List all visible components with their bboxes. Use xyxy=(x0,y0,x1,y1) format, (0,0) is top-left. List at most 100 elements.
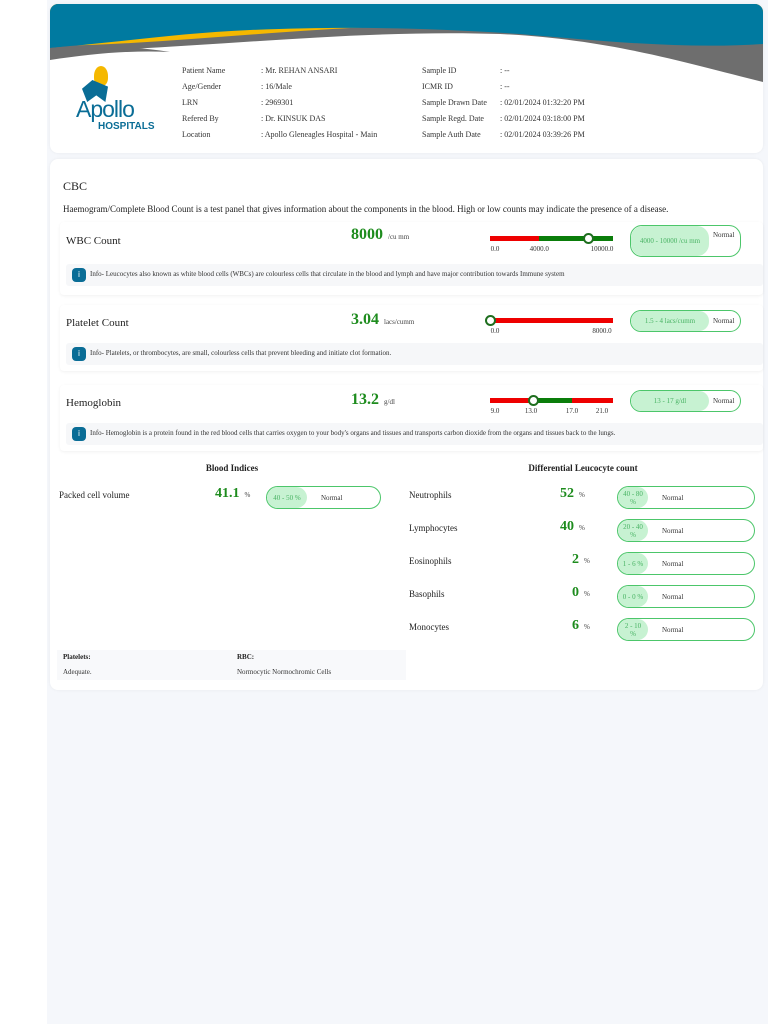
report-header: Apollo HOSPITALS Patient Name : Mr. REHAN… xyxy=(50,4,763,153)
parameter-unit: % xyxy=(584,557,590,565)
slider-tick-label: 8000.0 xyxy=(592,327,612,335)
dlc-title: Differential Leucocyte count xyxy=(528,463,638,473)
parameter-name: Monocytes xyxy=(409,622,449,632)
slider-knob xyxy=(485,315,497,326)
reference-range: 1 - 6 % xyxy=(618,553,648,574)
logo-subtext: HOSPITALS xyxy=(98,121,155,132)
slider-track xyxy=(485,315,613,326)
reference-range: 0 - 0 % xyxy=(618,586,648,607)
status-label: Normal xyxy=(713,397,735,405)
note-label: Platelets: xyxy=(63,653,91,661)
reference-range-pill: 1 - 6 % Normal xyxy=(617,552,755,575)
parameter-name: Eosinophils xyxy=(409,556,452,566)
info-value: : 02/01/2024 03:39:26 PM xyxy=(500,130,585,139)
range-slider: 0.0 8000.0 xyxy=(485,315,613,341)
info-bar: i Info- Platelets, or thrombocytes, are s… xyxy=(66,343,763,365)
range-slider: 9.0 13.0 17.0 21.0 xyxy=(490,395,613,421)
slider-segment-green xyxy=(539,236,613,241)
info-icon: i xyxy=(72,427,86,441)
info-value: : -- xyxy=(500,82,510,91)
parameter-value: 2% xyxy=(572,552,590,568)
reference-range: 40 - 50 % xyxy=(267,487,307,508)
slider-segment-red xyxy=(490,318,613,323)
info-value: : Apollo Gleneagles Hospital - Main xyxy=(261,130,378,139)
range-slider: 0.0 4000.0 10000.0 xyxy=(490,233,613,259)
reference-range: 40 - 80 % xyxy=(618,487,648,508)
info-label: LRN xyxy=(182,98,198,107)
info-text: Info- Hemoglobin is a protein found in t… xyxy=(90,429,616,437)
info-value: : 16/Male xyxy=(261,82,292,91)
info-value: : 02/01/2024 03:18:00 PM xyxy=(500,114,585,123)
status-label: Normal xyxy=(321,493,343,502)
reference-range-pill: 1.5 - 4 lacs/cumm Normal xyxy=(630,310,741,332)
parameter-value-number: 41.1 xyxy=(215,486,240,501)
parameter-value-number: 40 xyxy=(560,519,574,534)
slider-tick-label: 10000.0 xyxy=(590,245,614,253)
reference-range: 20 - 40 % xyxy=(618,520,648,541)
reference-range: 4000 - 10000 /cu mm xyxy=(631,226,709,256)
parameter-value-number: 6 xyxy=(572,618,579,633)
reference-range-pill: 40 - 50 % Normal xyxy=(266,486,381,509)
slider-knob xyxy=(528,395,540,406)
parameter-value-number: 52 xyxy=(560,486,574,501)
info-label: Sample Drawn Date xyxy=(422,98,487,107)
parameter-unit: % xyxy=(584,623,590,631)
parameter-value: 6% xyxy=(572,618,590,634)
status-label: Normal xyxy=(662,526,684,535)
notes-box xyxy=(57,650,406,680)
info-bar: i Info- Hemoglobin is a protein found in … xyxy=(66,423,763,445)
parameter-unit: % xyxy=(579,491,585,499)
slider-track xyxy=(490,233,613,244)
status-label: Normal xyxy=(662,625,684,634)
parameter-name: Basophils xyxy=(409,589,445,599)
test-name: Hemoglobin xyxy=(66,397,121,409)
logo-text: Apollo xyxy=(76,96,135,122)
reference-range-pill: 2 - 10 % Normal xyxy=(617,618,755,641)
info-label: Age/Gender xyxy=(182,82,222,91)
status-label: Normal xyxy=(713,317,735,325)
test-name: Platelet Count xyxy=(66,317,129,329)
parameter-unit: % xyxy=(584,590,590,598)
test-value: 13.2 g/dl xyxy=(351,391,395,409)
note-label: RBC: xyxy=(237,653,255,661)
test-value: 8000/cu mm xyxy=(351,226,409,244)
info-value: : 2969301 xyxy=(261,98,294,107)
note-value: Adequate. xyxy=(63,668,92,676)
reference-range: 2 - 10 % xyxy=(618,619,648,640)
status-label: Normal xyxy=(713,231,735,239)
test-row: Platelet Count 3.04 lacs/cumm 0.0 8000.0 1.5 … xyxy=(60,305,763,371)
test-value-number: 3.04 xyxy=(351,311,379,328)
parameter-unit: % xyxy=(579,524,585,532)
test-unit: lacs/cumm xyxy=(384,318,415,326)
parameter-name: Neutrophils xyxy=(409,490,452,500)
slider-tick-label: 17.0 xyxy=(565,407,579,415)
info-label: Sample Regd. Date xyxy=(422,114,484,123)
test-unit: g/dl xyxy=(384,398,395,406)
info-value: : Mr. REHAN ANSARI xyxy=(261,66,338,75)
slider-tick-label: 9.0 xyxy=(490,407,500,415)
info-text: Info- Platelets, or thrombocytes, are sm… xyxy=(90,349,392,357)
reference-range-pill: 0 - 0 % Normal xyxy=(617,585,755,608)
slider-segment-red xyxy=(490,398,531,403)
reference-range: 13 - 17 g/dl xyxy=(631,391,709,411)
parameter-value: 52% xyxy=(560,486,585,502)
parameter-value: 41.1% xyxy=(215,486,250,502)
apollo-logo: Apollo HOSPITALS xyxy=(68,66,163,136)
parameter-name: Packed cell volume xyxy=(59,490,130,500)
test-value: 3.04 lacs/cumm xyxy=(351,311,414,329)
info-label: Patient Name xyxy=(182,66,226,75)
info-label: ICMR ID xyxy=(422,82,453,91)
reference-range-pill: 20 - 40 % Normal xyxy=(617,519,755,542)
slider-segment-red xyxy=(490,236,540,241)
cbc-title: CBC xyxy=(63,179,88,193)
test-value-number: 8000 xyxy=(351,226,383,243)
info-icon: i xyxy=(72,347,86,361)
slider-tick-label: 0.0 xyxy=(490,245,500,253)
slider-tick-label: 13.0 xyxy=(524,407,538,415)
info-value: : 02/01/2024 01:32:20 PM xyxy=(500,98,585,107)
status-label: Normal xyxy=(662,592,684,601)
parameter-name: Lymphocytes xyxy=(409,523,458,533)
info-value: : Dr. KINSUK DAS xyxy=(261,114,326,123)
slider-tick-label: 0.0 xyxy=(490,327,500,335)
status-label: Normal xyxy=(662,559,684,568)
